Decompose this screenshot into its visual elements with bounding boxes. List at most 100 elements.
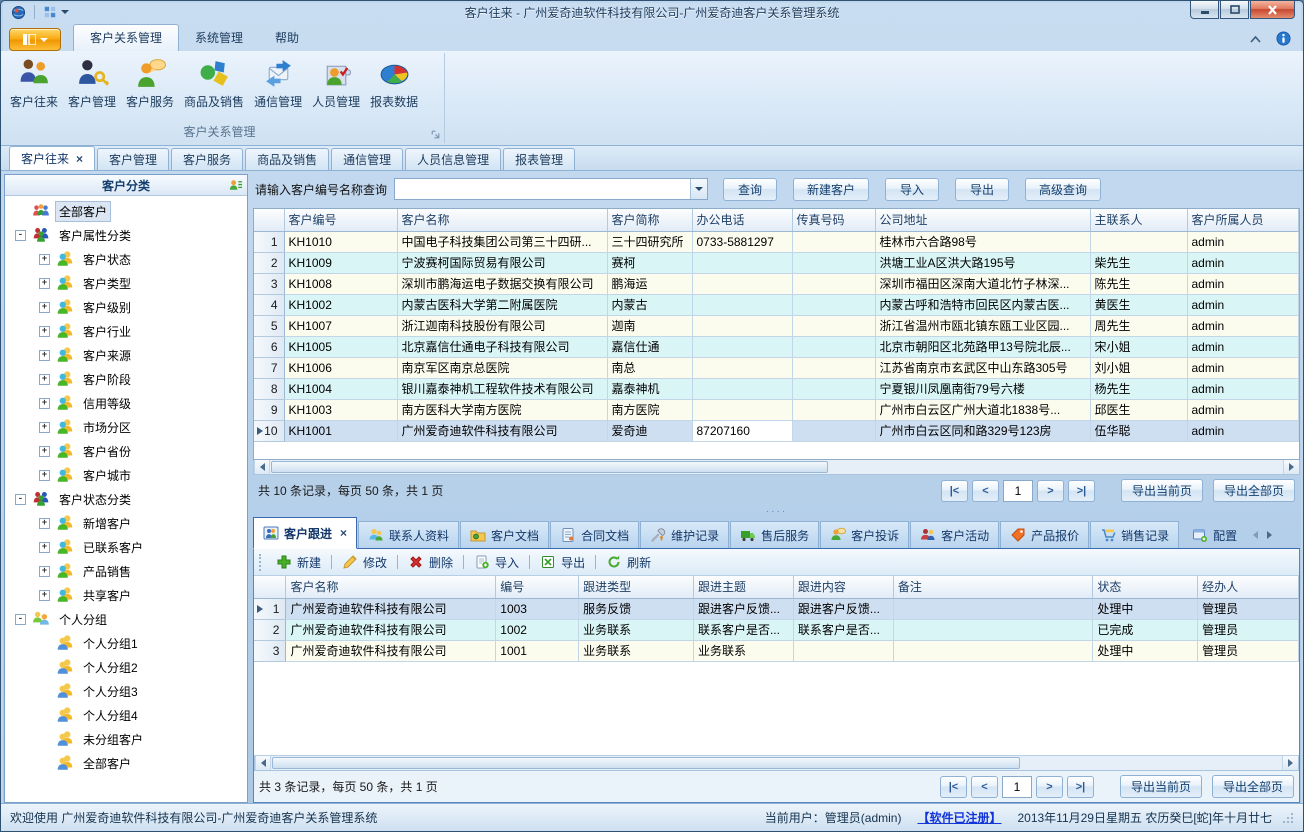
- cell[interactable]: admin: [1187, 378, 1298, 399]
- cell[interactable]: [792, 273, 875, 294]
- doc-tab-4[interactable]: 通信管理: [331, 148, 403, 170]
- cell[interactable]: 陈先生: [1090, 273, 1187, 294]
- cell[interactable]: 广州爱奇迪软件科技有限公司: [397, 420, 607, 441]
- expand-icon[interactable]: +: [39, 542, 50, 553]
- dialog-launcher-icon[interactable]: [430, 129, 441, 140]
- cell[interactable]: 已完成: [1093, 619, 1198, 640]
- detail-tab-after-sales-service[interactable]: 售后服务: [730, 521, 819, 549]
- tree-item-13[interactable]: +新增客户: [5, 511, 247, 535]
- table-row[interactable]: 3KH1008深圳市鹏海运电子数据交换有限公司鹏海运深圳市福田区深南大道北竹子林…: [254, 273, 1298, 294]
- cell[interactable]: 周先生: [1090, 315, 1187, 336]
- new-button[interactable]: 新建: [270, 554, 327, 571]
- table-row[interactable]: 2KH1009宁波赛柯国际贸易有限公司赛柯洪塘工业A区洪大路195号柴先生adm…: [254, 252, 1298, 273]
- scroll-right-button[interactable]: [1282, 756, 1298, 770]
- export-current-page-button[interactable]: 导出当前页: [1121, 479, 1203, 502]
- tree-item-4[interactable]: +客户级别: [5, 295, 247, 319]
- cell[interactable]: [692, 399, 792, 420]
- cell[interactable]: admin: [1187, 399, 1298, 420]
- table-row[interactable]: 7KH1006南京军区南京总医院南总江苏省南京市玄武区中山东路305号刘小姐ad…: [254, 357, 1298, 378]
- cell[interactable]: 处理中: [1093, 640, 1198, 661]
- column-header[interactable]: 跟进主题: [693, 576, 793, 598]
- cell[interactable]: 迦南: [607, 315, 692, 336]
- import-button[interactable]: 导入: [468, 554, 525, 571]
- cell[interactable]: 邱医生: [1090, 399, 1187, 420]
- cell[interactable]: 广州市白云区同和路329号123房: [875, 420, 1090, 441]
- detail-horizontal-scrollbar[interactable]: [254, 756, 1299, 771]
- row-header[interactable]: 2: [254, 619, 286, 640]
- cell[interactable]: 服务反馈: [579, 598, 694, 619]
- scrollbar-track[interactable]: [271, 756, 1282, 770]
- cell[interactable]: [692, 336, 792, 357]
- cell[interactable]: [792, 231, 875, 252]
- export-all-pages-button[interactable]: 导出全部页: [1213, 479, 1295, 502]
- scrollbar-thumb[interactable]: [272, 757, 1020, 769]
- column-header[interactable]: 客户简称: [607, 209, 692, 231]
- scrollbar-thumb[interactable]: [271, 461, 828, 473]
- last-page-button[interactable]: >|: [1067, 776, 1094, 798]
- detail-tab-sales-records[interactable]: 销售记录: [1090, 521, 1179, 549]
- doc-tab-5[interactable]: 人员信息管理: [405, 148, 501, 170]
- cell[interactable]: [692, 357, 792, 378]
- column-header[interactable]: 办公电话: [692, 209, 792, 231]
- expand-icon[interactable]: +: [39, 590, 50, 601]
- tree-item-17[interactable]: -个人分组: [5, 607, 247, 631]
- row-header[interactable]: 9: [254, 399, 284, 420]
- close-icon[interactable]: ×: [76, 153, 83, 165]
- expand-icon[interactable]: +: [39, 422, 50, 433]
- next-page-button[interactable]: >: [1037, 480, 1064, 502]
- cell[interactable]: 杨先生: [1090, 378, 1187, 399]
- cell[interactable]: 柴先生: [1090, 252, 1187, 273]
- cell[interactable]: 南方医科大学南方医院: [397, 399, 607, 420]
- tree-item-19[interactable]: 个人分组2: [5, 655, 247, 679]
- cell[interactable]: 北京市朝阳区北苑路甲13号院北辰...: [875, 336, 1090, 357]
- tree-item-20[interactable]: 个人分组3: [5, 679, 247, 703]
- tree-item-8[interactable]: +信用等级: [5, 391, 247, 415]
- cell[interactable]: 宁夏银川凤凰南街79号六楼: [875, 378, 1090, 399]
- cell[interactable]: 浙江省温州市瓯北镇东瓯工业区园...: [875, 315, 1090, 336]
- expand-icon[interactable]: +: [39, 302, 50, 313]
- registration-link[interactable]: 【软件已注册】: [917, 809, 1001, 826]
- cell[interactable]: 业务联系: [579, 619, 694, 640]
- cell[interactable]: KH1002: [284, 294, 397, 315]
- scroll-left-button[interactable]: [255, 756, 271, 770]
- cell[interactable]: KH1007: [284, 315, 397, 336]
- table-row[interactable]: 1KH1010中国电子科技集团公司第三十四研...三十四研究所0733-5881…: [254, 231, 1298, 252]
- cell[interactable]: 赛柯: [607, 252, 692, 273]
- cell[interactable]: KH1003: [284, 399, 397, 420]
- ribbon-tab-2[interactable]: 帮助: [259, 25, 315, 51]
- cell[interactable]: 广州市白云区广州大道北1838号...: [875, 399, 1090, 420]
- export-button[interactable]: 导出: [534, 554, 591, 571]
- tree-item-11[interactable]: +客户城市: [5, 463, 247, 487]
- help-info-icon[interactable]: [1276, 31, 1291, 46]
- tree-item-0[interactable]: 全部客户: [5, 199, 247, 223]
- first-page-button[interactable]: |<: [941, 480, 968, 502]
- cell[interactable]: 鹏海运: [607, 273, 692, 294]
- cell[interactable]: [792, 315, 875, 336]
- combo-dropdown-button[interactable]: [690, 179, 707, 199]
- table-row[interactable]: 4KH1002内蒙古医科大学第二附属医院内蒙古内蒙古呼和浩特市回民区内蒙古医..…: [254, 294, 1298, 315]
- cell[interactable]: KH1010: [284, 231, 397, 252]
- column-header[interactable]: 客户名称: [286, 576, 496, 598]
- tree-item-7[interactable]: +客户阶段: [5, 367, 247, 391]
- cell[interactable]: 北京嘉信仕通电子科技有限公司: [397, 336, 607, 357]
- collapse-ribbon-icon[interactable]: [1249, 34, 1262, 43]
- customer-service-button[interactable]: 客户服务: [121, 54, 179, 110]
- cell[interactable]: admin: [1187, 357, 1298, 378]
- cell[interactable]: [792, 399, 875, 420]
- cell[interactable]: 1001: [496, 640, 579, 661]
- cell[interactable]: 江苏省南京市玄武区中山东路305号: [875, 357, 1090, 378]
- ribbon-tab-0[interactable]: 客户关系管理: [73, 24, 179, 51]
- cell[interactable]: 广州爱奇迪软件科技有限公司: [286, 598, 496, 619]
- row-header[interactable]: 6: [254, 336, 284, 357]
- column-header[interactable]: 客户名称: [397, 209, 607, 231]
- cell[interactable]: 黄医生: [1090, 294, 1187, 315]
- scroll-left-button[interactable]: [254, 460, 270, 474]
- column-header[interactable]: 传真号码: [792, 209, 875, 231]
- cell[interactable]: 跟进客户反馈...: [793, 598, 893, 619]
- row-header[interactable]: 7: [254, 357, 284, 378]
- doc-tab-2[interactable]: 客户服务: [171, 148, 243, 170]
- cell[interactable]: [692, 378, 792, 399]
- tree-item-10[interactable]: +客户省份: [5, 439, 247, 463]
- expand-icon[interactable]: +: [39, 446, 50, 457]
- doc-tab-1[interactable]: 客户管理: [97, 148, 169, 170]
